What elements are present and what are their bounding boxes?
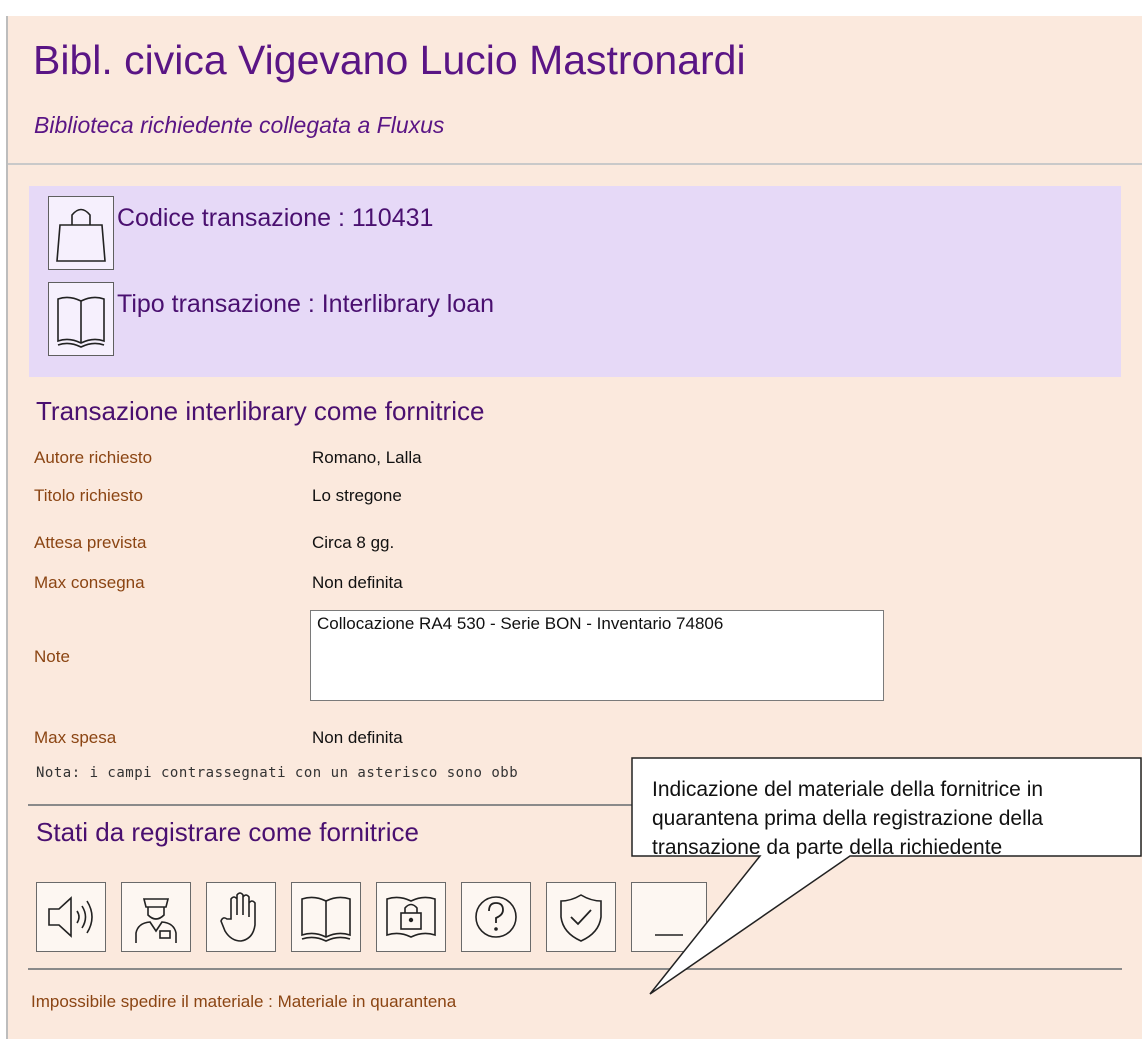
field-value-max-spend: Non definita xyxy=(312,728,403,747)
status-button-lend[interactable] xyxy=(291,882,361,952)
shield-check-icon xyxy=(560,894,602,942)
details-section-title: Transazione interlibrary come fornitrice xyxy=(36,396,485,426)
status-message: Impossibile spedire il materiale : Mater… xyxy=(31,992,457,1011)
header-divider xyxy=(8,163,1142,165)
field-label-max-delivery: Max consegna xyxy=(34,573,145,592)
status-button-locked[interactable] xyxy=(376,882,446,952)
field-value-expected-wait: Circa 8 gg. xyxy=(312,533,395,552)
status-button-confirm[interactable] xyxy=(546,882,616,952)
transaction-type: Tipo transazione : Interlibrary loan xyxy=(117,290,495,318)
status-button-notify[interactable] xyxy=(36,882,106,952)
transaction-code: Codice transazione : 110431 xyxy=(117,204,434,232)
library-subtitle: Biblioteca richiedente collegata a Fluxu… xyxy=(34,112,445,138)
field-label-note: Note xyxy=(34,647,70,666)
status-button-courier[interactable] xyxy=(121,882,191,952)
field-label-expected-wait: Attesa prevista xyxy=(34,533,147,552)
transaction-box: Codice transazione : 110431 Tipo transaz… xyxy=(29,186,1121,377)
transaction-type-row: Tipo transazione : Interlibrary loan xyxy=(48,282,494,356)
status-button-bar xyxy=(36,882,722,952)
callout-text: Indicazione del materiale della fornitri… xyxy=(652,778,1044,859)
field-value-title: Lo stregone xyxy=(312,486,402,505)
open-book-icon xyxy=(301,896,351,942)
courier-icon xyxy=(135,898,177,943)
field-label-author: Autore richiesto xyxy=(34,448,153,467)
field-value-author: Romano, Lalla xyxy=(312,448,422,467)
field-value-max-delivery: Non definita xyxy=(312,573,403,592)
status-section-title: Stati da registrare come fornitrice xyxy=(36,817,419,847)
shopping-bag-icon xyxy=(48,196,114,270)
hand-icon xyxy=(220,892,256,942)
status-divider xyxy=(28,968,1122,970)
note-textarea[interactable]: Collocazione RA4 530 - Serie BON - Inven… xyxy=(310,610,884,701)
speaker-icon xyxy=(48,896,93,938)
library-title: Bibl. civica Vigevano Lucio Mastronardi xyxy=(33,37,746,83)
panel-left-border xyxy=(6,16,8,1039)
status-button-query[interactable] xyxy=(461,882,531,952)
field-label-title: Titolo richiesto xyxy=(34,486,143,505)
required-fields-note: Nota: i campi contrassegnati con un aste… xyxy=(36,765,519,781)
transaction-code-row: Codice transazione : 110431 xyxy=(48,196,433,270)
status-button-hold[interactable] xyxy=(206,882,276,952)
field-label-max-spend: Max spesa xyxy=(34,728,117,747)
locked-book-icon xyxy=(386,896,436,938)
partial-icon xyxy=(655,934,683,936)
book-icon xyxy=(48,282,114,356)
question-icon xyxy=(475,896,517,938)
status-button-more[interactable] xyxy=(631,882,707,952)
